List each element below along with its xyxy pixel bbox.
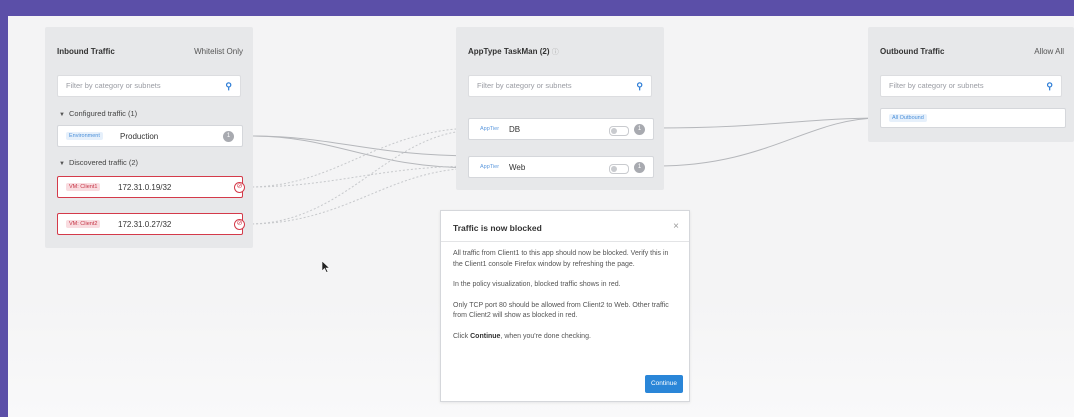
link-web-outbound bbox=[655, 117, 881, 167]
blocked-icon[interactable]: ⊘ bbox=[234, 219, 245, 230]
inbound-filter-input[interactable]: Filter by category or subnets ⚲ bbox=[57, 75, 241, 97]
node-label: 172.31.0.27/32 bbox=[118, 220, 172, 229]
outbound-node-all[interactable]: All Outbound bbox=[880, 108, 1066, 128]
help-icon[interactable]: ⓘ bbox=[552, 49, 559, 56]
blocked-icon[interactable]: ⊘ bbox=[234, 182, 245, 193]
node-count-badge: 1 bbox=[634, 124, 645, 135]
inbound-mode[interactable]: Whitelist Only bbox=[194, 47, 243, 56]
dialog-text: , when you're done checking. bbox=[500, 332, 591, 340]
node-label: Production bbox=[120, 132, 159, 141]
apptype-header: AppType TaskMan (2) ⓘ bbox=[468, 47, 654, 57]
node-label: 172.31.0.19/32 bbox=[118, 183, 172, 192]
outbound-filter-input[interactable]: Filter by category or subnets ⚲ bbox=[880, 75, 1062, 97]
node-count-badge: 1 bbox=[634, 162, 645, 173]
dialog-text-bold: Continue bbox=[470, 332, 501, 340]
apptier-node-db[interactable]: AppTier DB 1 bbox=[468, 118, 654, 140]
node-tag: AppTier bbox=[480, 164, 500, 170]
caret-down-icon: ▼ bbox=[59, 112, 65, 118]
configured-traffic-label: Configured traffic (1) bbox=[68, 109, 138, 118]
link-production-web bbox=[249, 135, 479, 169]
link-client1-web bbox=[247, 165, 479, 188]
discovered-node-client2[interactable]: VM: Client2 172.31.0.27/32 bbox=[57, 213, 243, 235]
configured-node-production[interactable]: Environment Production 1 bbox=[57, 125, 243, 147]
node-label: Web bbox=[509, 163, 526, 172]
configured-traffic-toggle[interactable]: ▼ Configured traffic (1) bbox=[59, 109, 137, 118]
dialog-paragraph: In the policy visualization, blocked tra… bbox=[453, 281, 621, 288]
dialog-title: Traffic is now blocked bbox=[453, 223, 542, 233]
node-count-badge: 1 bbox=[223, 131, 234, 142]
discovered-node-client1[interactable]: VM: Client1 172.31.0.19/32 bbox=[57, 176, 243, 198]
discovered-traffic-label: Discovered traffic (2) bbox=[68, 158, 139, 167]
apptier-node-web[interactable]: AppTier Web 1 bbox=[468, 156, 654, 178]
dialog-body: All traffic from Client1 to this app sho… bbox=[453, 249, 677, 352]
dialog-paragraph: Only TCP port 80 should be allowed from … bbox=[453, 301, 669, 320]
node-label: DB bbox=[509, 125, 521, 134]
dialog-divider bbox=[441, 241, 689, 242]
discovered-traffic-toggle[interactable]: ▼ Discovered traffic (2) bbox=[59, 158, 138, 167]
apptype-title: AppType TaskMan (2) bbox=[468, 47, 550, 56]
node-tag: VM: Client2 bbox=[66, 220, 101, 228]
apptype-filter-placeholder: Filter by category or subnets bbox=[477, 81, 572, 90]
search-icon[interactable]: ⚲ bbox=[636, 76, 643, 96]
outbound-title: Outbound Traffic bbox=[880, 47, 945, 56]
inbound-card: Inbound Traffic Whitelist Only Filter by… bbox=[45, 27, 253, 248]
apptype-filter-input[interactable]: Filter by category or subnets ⚲ bbox=[468, 75, 652, 97]
policy-canvas: Inbound Traffic Whitelist Only Filter by… bbox=[8, 16, 1074, 417]
traffic-blocked-dialog: Traffic is now blocked × All traffic fro… bbox=[440, 210, 690, 402]
inbound-title: Inbound Traffic bbox=[57, 47, 115, 56]
inbound-filter-placeholder: Filter by category or subnets bbox=[66, 81, 161, 90]
node-toggle[interactable] bbox=[609, 164, 629, 174]
outbound-header: Outbound Traffic Allow All bbox=[880, 47, 1064, 56]
mouse-cursor-icon bbox=[322, 261, 330, 273]
caret-down-icon: ▼ bbox=[59, 161, 65, 167]
apptype-card: AppType TaskMan (2) ⓘ Filter by category… bbox=[456, 27, 664, 190]
outbound-mode[interactable]: Allow All bbox=[1034, 47, 1064, 56]
node-tag: AppTier bbox=[480, 126, 500, 132]
dialog-paragraph: Click Continue, when you're done checkin… bbox=[453, 332, 677, 343]
link-db-outbound bbox=[655, 117, 881, 129]
node-tag: VM: Client1 bbox=[66, 183, 101, 191]
continue-button[interactable]: Continue bbox=[645, 375, 683, 393]
dialog-paragraph: All traffic from Client1 to this app sho… bbox=[453, 250, 669, 268]
node-toggle[interactable] bbox=[609, 126, 629, 136]
search-icon[interactable]: ⚲ bbox=[225, 76, 232, 96]
outbound-card: Outbound Traffic Allow All Filter by cat… bbox=[868, 27, 1074, 142]
node-tag: Environment bbox=[66, 132, 103, 140]
dialog-text: Click bbox=[453, 332, 471, 340]
search-icon[interactable]: ⚲ bbox=[1046, 76, 1053, 96]
link-production-db bbox=[249, 135, 479, 157]
node-tag: All Outbound bbox=[889, 114, 927, 122]
outbound-filter-placeholder: Filter by category or subnets bbox=[889, 81, 984, 90]
inbound-header: Inbound Traffic Whitelist Only bbox=[57, 47, 243, 56]
close-icon[interactable]: × bbox=[673, 221, 679, 232]
